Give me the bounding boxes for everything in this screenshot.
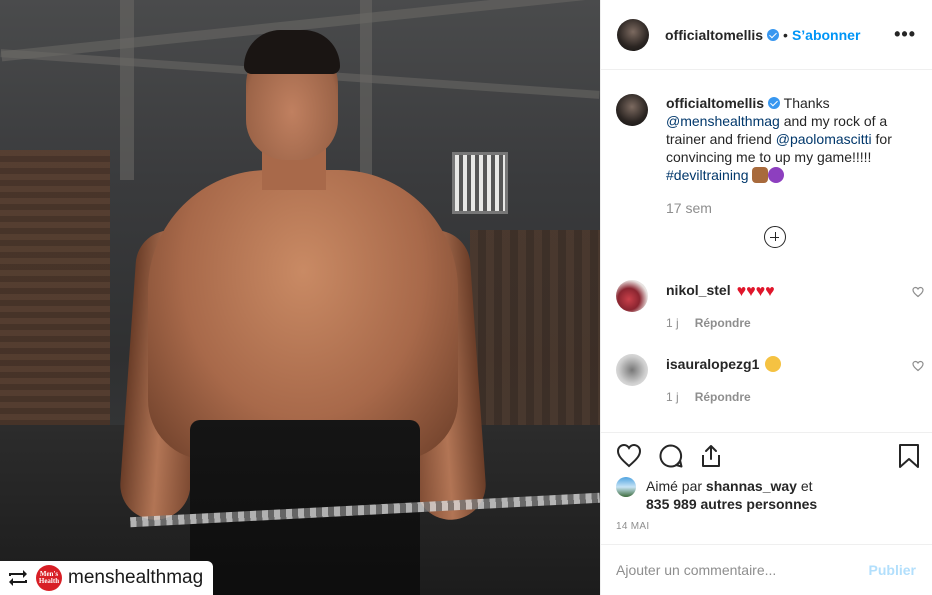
mention-paolomascitti[interactable]: @paolomascitti — [776, 131, 872, 147]
smiling-face-icon — [765, 356, 782, 372]
avatar[interactable] — [616, 280, 648, 312]
add-circle-icon[interactable] — [764, 226, 786, 248]
action-bar — [616, 443, 919, 471]
comment-meta: 1 j Répondre — [666, 316, 751, 330]
avatar[interactable] — [616, 477, 636, 497]
verified-icon — [767, 28, 780, 41]
likes-count[interactable]: 835 989 autres personnes — [646, 496, 817, 512]
barred-window — [452, 152, 508, 214]
like-icon[interactable] — [616, 443, 642, 469]
hair — [244, 30, 340, 74]
menshealth-logo: Men's Health — [36, 565, 62, 591]
repost-icon — [9, 570, 27, 586]
comment-composer: Publier — [600, 544, 932, 595]
liker-username[interactable]: shannas_way — [706, 478, 797, 494]
likes-prefix: Aimé par — [646, 478, 703, 494]
comment-username[interactable]: isauralopezg1 — [666, 356, 759, 372]
mention-menshealthmag[interactable]: @menshealthmag — [666, 113, 780, 129]
comment-like-icon[interactable] — [912, 360, 924, 372]
comment-text: isauralopezg1 — [666, 356, 782, 372]
comment-like-icon[interactable] — [912, 286, 924, 298]
likes-text: Aimé par shannas_way et 835 989 autres p… — [646, 477, 817, 513]
publish-button[interactable]: Publier — [869, 562, 916, 578]
post-age[interactable]: 17 sem — [666, 200, 712, 216]
heart-emojis: ♥♥♥♥ — [737, 282, 775, 301]
ceiling-post — [120, 0, 134, 180]
post-actions: Aimé par shannas_way et 835 989 autres p… — [600, 432, 932, 544]
comment-username[interactable]: nikol_stel — [666, 282, 731, 298]
heart-emoji: ♥ — [755, 283, 766, 300]
heart-emoji: ♥ — [746, 283, 756, 300]
heart-emoji: ♥ — [765, 283, 775, 300]
post-date[interactable]: 14 MAI — [616, 521, 649, 532]
post-image[interactable]: Men's Health menshealthmag — [0, 0, 600, 595]
flexed-biceps-icon — [752, 167, 769, 183]
reply-button[interactable]: Répondre — [695, 316, 751, 330]
comment-age[interactable]: 1 j — [666, 390, 679, 404]
share-icon[interactable] — [698, 443, 724, 469]
caption-username[interactable]: officialtomellis — [666, 95, 764, 111]
likes-summary: Aimé par shannas_way et 835 989 autres p… — [616, 477, 817, 513]
post-header: officialtomellis • S’abonner ••• — [601, 0, 932, 70]
more-icon[interactable]: ••• — [894, 24, 916, 45]
comment-icon[interactable] — [658, 443, 684, 469]
save-icon[interactable] — [896, 443, 922, 469]
reply-button[interactable]: Répondre — [695, 390, 751, 404]
caption: officialtomellis Thanks @menshealthmag a… — [616, 94, 916, 184]
hashtag-deviltraining[interactable]: #deviltraining — [666, 167, 749, 183]
avatar[interactable] — [617, 18, 649, 51]
comment-text: nikol_stel ♥♥♥♥ — [666, 282, 775, 301]
heart-emoji: ♥ — [736, 283, 747, 300]
follow-button[interactable]: S’abonner — [792, 27, 860, 43]
separator: • — [783, 26, 788, 43]
comment-input[interactable] — [616, 562, 869, 578]
repost-badge[interactable]: Men's Health menshealthmag — [0, 561, 214, 595]
header-username[interactable]: officialtomellis — [665, 27, 763, 43]
caption-text-1: Thanks — [783, 95, 830, 111]
repost-username[interactable]: menshealthmag — [68, 567, 203, 589]
verified-icon — [768, 97, 781, 109]
avatar[interactable] — [616, 354, 648, 386]
comment-age[interactable]: 1 j — [666, 316, 679, 330]
caption-avatar[interactable] — [616, 94, 648, 126]
caption-text: officialtomellis Thanks @menshealthmag a… — [666, 94, 916, 184]
ceiling-post — [360, 0, 372, 200]
likes-joiner: et — [800, 478, 813, 494]
comment-meta: 1 j Répondre — [666, 390, 751, 404]
torso — [148, 170, 458, 460]
devil-face-icon — [768, 167, 785, 183]
